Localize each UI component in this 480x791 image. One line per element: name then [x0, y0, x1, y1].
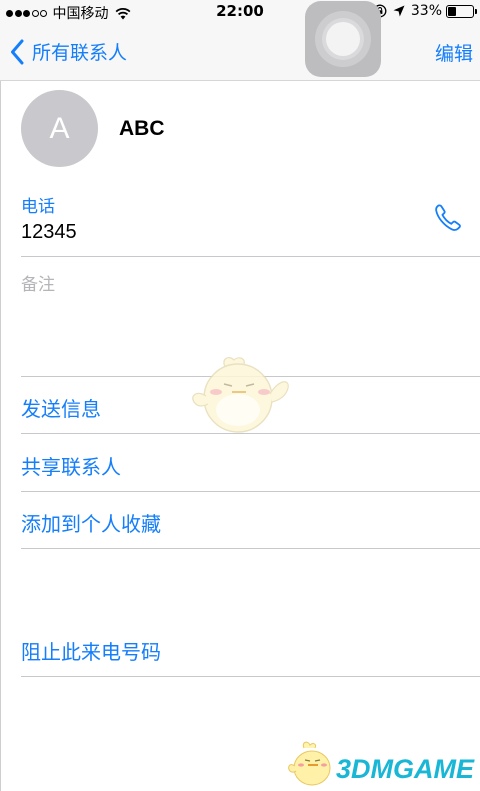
battery-icon [446, 4, 477, 18]
phone-label: 电话 [21, 197, 55, 217]
location-arrow-icon [393, 5, 405, 17]
edit-button[interactable]: 编辑 [435, 39, 473, 66]
phone-number[interactable]: 12345 [21, 221, 77, 244]
back-button-label: 所有联系人 [32, 42, 128, 64]
contact-name: ABC [119, 117, 165, 140]
avatar-initial: A [49, 111, 70, 145]
notes-field[interactable]: 备注 [21, 270, 55, 295]
back-button[interactable]: 所有联系人 [10, 38, 127, 65]
assistive-touch-button[interactable] [305, 1, 381, 77]
block-caller-button[interactable]: 阻止此来电号码 [21, 636, 161, 665]
status-right: 33% [373, 3, 477, 19]
mascot-watermark-icon [192, 356, 289, 433]
left-edge-divider [0, 81, 1, 791]
battery-level-fill [448, 6, 456, 16]
watermark-logo: 3DMGAME [336, 754, 475, 784]
add-to-favorites-button[interactable]: 添加到个人收藏 [21, 508, 161, 537]
send-message-button[interactable]: 发送信息 [21, 393, 101, 422]
contact-avatar: A [21, 90, 98, 167]
divider [21, 491, 480, 492]
divider [21, 548, 480, 549]
share-contact-button[interactable]: 共享联系人 [21, 451, 121, 480]
phone-divider [21, 256, 480, 257]
phone-call-icon[interactable] [432, 202, 464, 234]
divider [21, 676, 480, 677]
status-bar: 中国移动 22:00 33% [0, 0, 480, 24]
battery-percent: 33% [410, 3, 442, 19]
mascot-logo-icon [288, 741, 331, 786]
chevron-left-icon [11, 39, 24, 64]
